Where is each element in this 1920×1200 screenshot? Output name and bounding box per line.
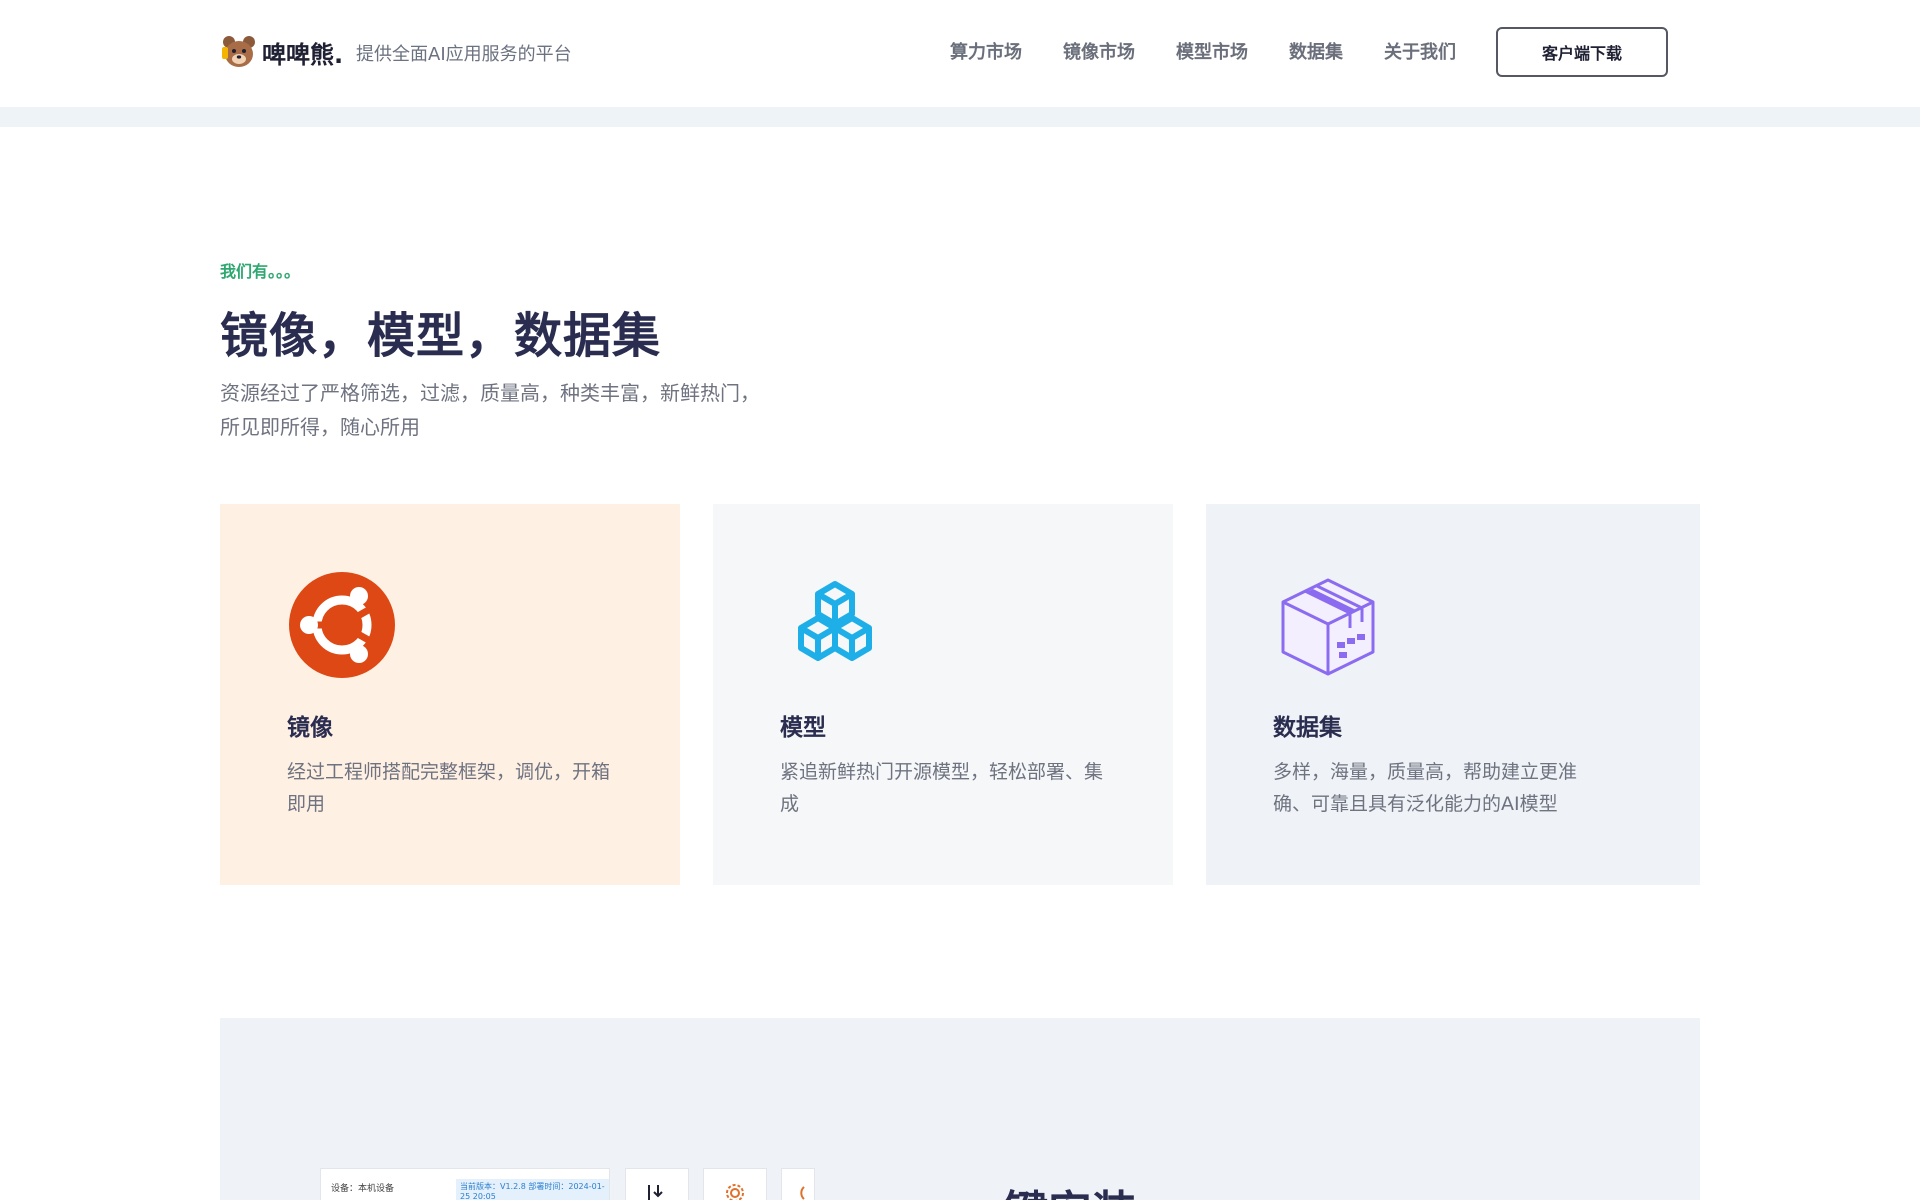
card-title: 模型: [780, 715, 826, 741]
card-description: 经过工程师搭配完整框架，调优，开箱即用: [287, 761, 611, 815]
bear-logo-icon: [220, 33, 258, 71]
install-section: 设备：本机设备 当前版本：V1.2.8 部署时间：2024-01-25 20:0…: [220, 1018, 1700, 1200]
top-navbar: 啤啤熊. 提供全面AI应用服务的平台 算力市场 镜像市场 模型市场 数据集 关于…: [0, 0, 1920, 107]
card-description: 多样，海量，质量高，帮助建立更准确、可靠且具有泛化能力的AI模型: [1273, 761, 1578, 815]
feature-card-images[interactable]: 镜像 经过工程师搭配完整框架，调优，开箱即用: [220, 504, 680, 885]
client-download-button[interactable]: 客户端下载: [1496, 27, 1668, 77]
nav-item-model-market[interactable]: 模型市场: [1176, 38, 1248, 64]
section-description-line: 资源经过了严格筛选，过滤，质量高，种类丰富，新鲜热门，: [220, 381, 760, 405]
ubuntu-icon: [287, 570, 397, 680]
logo-text: 啤啤熊.: [262, 40, 344, 69]
nav-item-datasets[interactable]: 数据集: [1289, 38, 1343, 64]
section-eyebrow: 我们有。。。: [220, 262, 301, 281]
gear-icon: [703, 1168, 767, 1200]
card-title: 镜像: [287, 715, 333, 741]
site-logo[interactable]: 啤啤熊.: [220, 30, 343, 74]
cubes-icon: [780, 570, 890, 680]
section-description: 资源经过了严格筛选，过滤，质量高，种类丰富，新鲜热门， 所见即所得，随心所用: [220, 376, 840, 444]
install-section-title: 一键安装: [960, 1176, 1136, 1200]
nav-item-compute-market[interactable]: 算力市场: [950, 38, 1022, 64]
nav-item-image-market[interactable]: 镜像市场: [1063, 38, 1135, 64]
feature-card-models[interactable]: 模型 紧追新鲜热门开源模型，轻松部署、集成: [713, 504, 1173, 885]
site-tagline: 提供全面AI应用服务的平台: [356, 44, 572, 65]
app-preview-bar: 设备：本机设备 当前版本：V1.2.8 部署时间：2024-01-25 20:0…: [320, 1168, 610, 1200]
main-nav: 算力市场 镜像市场 模型市场 数据集 关于我们: [950, 38, 1456, 64]
app-preview: 设备：本机设备 当前版本：V1.2.8 部署时间：2024-01-25 20:0…: [320, 1168, 820, 1200]
box-icon: [1273, 570, 1383, 680]
download-icon: [625, 1168, 689, 1200]
partial-tile-icon: [781, 1168, 815, 1200]
nav-item-about-us[interactable]: 关于我们: [1384, 38, 1456, 64]
header-divider: [0, 107, 1920, 127]
section-description-line: 所见即所得，随心所用: [220, 415, 420, 439]
feature-card-datasets[interactable]: 数据集 多样，海量，质量高，帮助建立更准确、可靠且具有泛化能力的AI模型: [1206, 504, 1700, 885]
card-title: 数据集: [1273, 715, 1342, 741]
card-description: 紧追新鲜热门开源模型，轻松部署、集成: [780, 761, 1104, 815]
section-title: 镜像，模型，数据集: [220, 308, 662, 364]
app-preview-version: 当前版本：V1.2.8 部署时间：2024-01-25 20:05: [456, 1179, 609, 1200]
app-preview-device: 设备：本机设备: [331, 1184, 395, 1194]
